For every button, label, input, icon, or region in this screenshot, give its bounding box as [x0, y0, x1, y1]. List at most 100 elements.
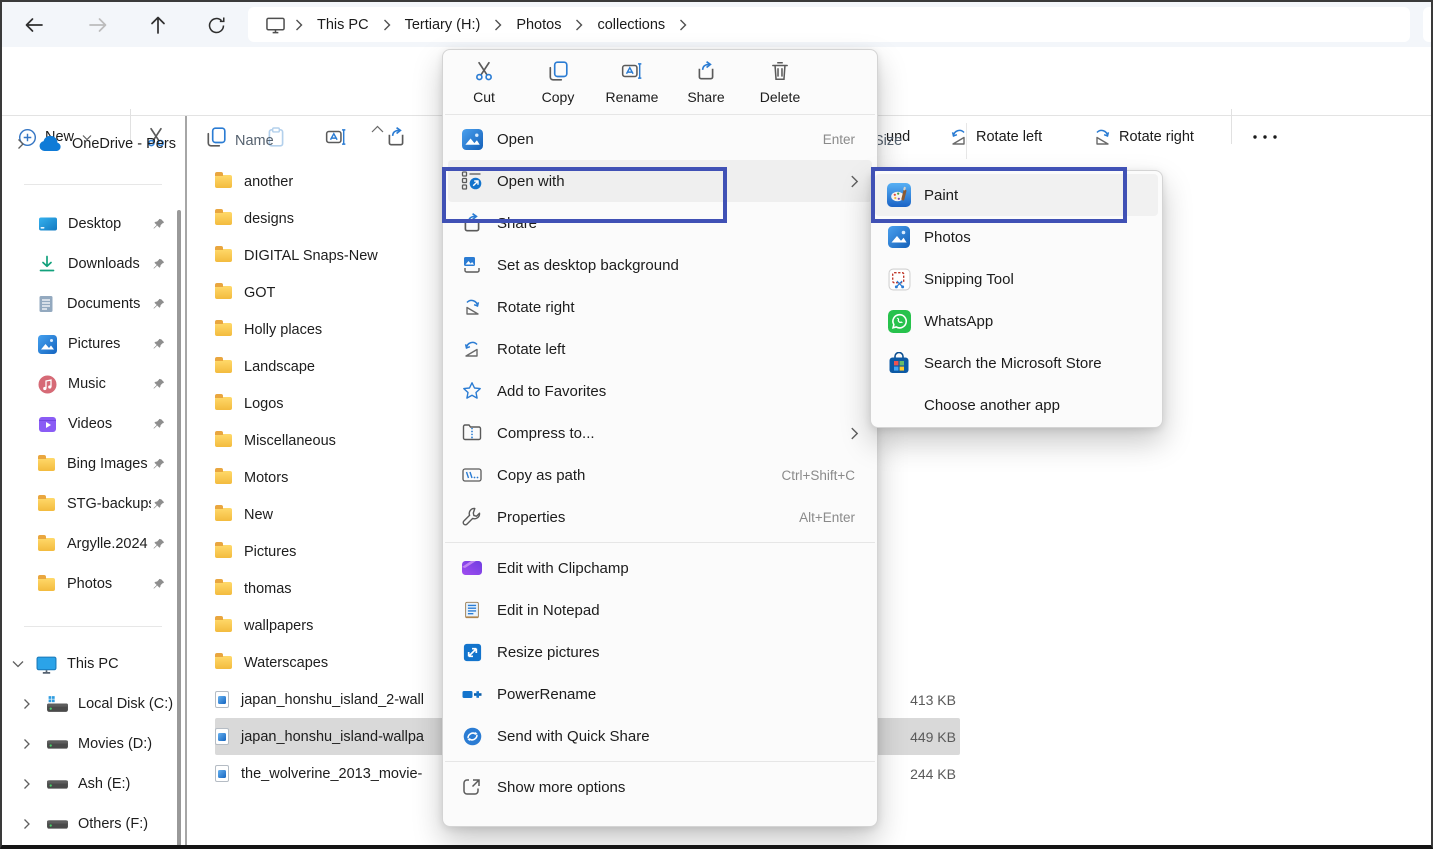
sidebar-item-onedrive[interactable]: OneDrive - Pers: [2, 127, 190, 161]
folder-icon: [215, 471, 232, 484]
copy-button[interactable]: [205, 120, 227, 154]
folder-name: GOT: [244, 285, 275, 301]
pin-icon: [152, 338, 165, 351]
open-with-icon: [461, 170, 483, 192]
sidebar-item-others-f[interactable]: Others (F:): [2, 807, 196, 841]
breadcrumb-collections[interactable]: collections: [593, 17, 669, 33]
file-name: japan_honshu_island-wallpa: [241, 729, 424, 745]
copy-button[interactable]: Copy: [525, 60, 591, 105]
file-explorer-window: This PC Tertiary (H:) Photos collections…: [0, 0, 1433, 849]
rotate-right-icon: [1092, 127, 1112, 147]
menu-item-open[interactable]: Open Enter: [443, 118, 877, 160]
folder-name: Motors: [244, 470, 288, 486]
sidebar-item-label: Pictures: [68, 336, 120, 352]
submenu-item-paint[interactable]: Paint: [875, 174, 1158, 216]
chevron-right-icon: [22, 738, 32, 750]
quick-action-label: Copy: [542, 89, 575, 105]
trash-icon: [769, 60, 791, 82]
rotate-left-button[interactable]: Rotate left: [949, 120, 1042, 154]
submenu-item-label: Choose another app: [924, 397, 1060, 414]
file-name: the_wolverine_2013_movie-: [241, 766, 422, 782]
breadcrumb-drive[interactable]: Tertiary (H:): [401, 17, 485, 33]
folder-icon: [38, 458, 55, 471]
desktop-icon: [38, 214, 58, 234]
sidebar-item-label: Desktop: [68, 216, 121, 232]
breadcrumb-photos[interactable]: Photos: [512, 17, 565, 33]
folder-name: thomas: [244, 581, 292, 597]
menu-item-rotate-right[interactable]: Rotate right: [443, 286, 877, 328]
folder-icon: [215, 397, 232, 410]
menu-item-edit-in-notepad[interactable]: Edit in Notepad: [443, 589, 877, 631]
menu-item-show-more-options[interactable]: Show more options: [443, 766, 877, 808]
rename-button[interactable]: Rename: [599, 60, 665, 105]
up-icon: [147, 14, 169, 36]
videos-icon: [38, 415, 57, 434]
delete-button[interactable]: Delete: [747, 60, 813, 105]
menu-item-compress-to[interactable]: Compress to...: [443, 412, 877, 454]
menu-item-powerrename[interactable]: PowerRename: [443, 673, 877, 715]
sidebar-scrollbar[interactable]: [177, 210, 181, 847]
sidebar-item-movies-d[interactable]: Movies (D:): [2, 727, 196, 761]
sort-ascending-icon[interactable]: [371, 120, 384, 138]
menu-item-properties[interactable]: Properties Alt+Enter: [443, 496, 877, 538]
submenu-item-photos[interactable]: Photos: [871, 216, 1162, 258]
file-name: japan_honshu_island_2-wall: [241, 692, 424, 708]
breadcrumb-this-pc[interactable]: This PC: [313, 17, 373, 33]
file-size: 413 KB: [910, 692, 960, 708]
menu-item-resize-pictures[interactable]: Resize pictures: [443, 631, 877, 673]
up-button[interactable]: [145, 12, 171, 38]
submenu-item-search-microsoft-store[interactable]: Search the Microsoft Store: [871, 342, 1162, 384]
menu-item-open-with[interactable]: Open with: [448, 160, 872, 202]
menu-item-send-with-quick-share[interactable]: Send with Quick Share: [443, 715, 877, 757]
menu-item-label: Rotate left: [497, 341, 565, 358]
menu-item-share[interactable]: Share: [443, 202, 877, 244]
back-button[interactable]: [21, 12, 47, 38]
breadcrumb-chevron-icon: [295, 19, 303, 31]
menu-item-copy-as-path[interactable]: Copy as path Ctrl+Shift+C: [443, 454, 877, 496]
back-icon: [23, 14, 45, 36]
rename-button[interactable]: [325, 120, 347, 154]
column-header-name[interactable]: Name: [235, 133, 274, 149]
folder-icon: [215, 286, 232, 299]
file-size: 449 KB: [910, 729, 960, 745]
sidebar-item-label: Bing Images: [67, 456, 148, 472]
forward-button[interactable]: [85, 12, 111, 38]
see-more-button[interactable]: [1252, 120, 1278, 154]
submenu-item-choose-another-app[interactable]: Choose another app: [871, 384, 1162, 426]
onedrive-cloud-icon: [38, 136, 62, 152]
sidebar-item-this-pc[interactable]: This PC: [2, 647, 186, 681]
quick-actions-row: Cut Copy Rename Share Delete: [443, 50, 877, 111]
folder-icon: [38, 578, 55, 591]
sidebar-item-local-disk-c[interactable]: Local Disk (C:): [2, 687, 196, 721]
toolbar-separator: [1231, 109, 1232, 144]
image-file-icon: [215, 728, 229, 745]
folder-icon: [38, 498, 55, 511]
cut-button[interactable]: Cut: [451, 60, 517, 105]
paint-icon: [887, 183, 911, 207]
search-box-fragment[interactable]: [1423, 7, 1433, 42]
menu-item-label: PowerRename: [497, 686, 596, 703]
share-button[interactable]: Share: [673, 60, 739, 105]
pin-icon: [152, 578, 165, 591]
sidebar-item-ash-e[interactable]: Ash (E:): [2, 767, 196, 801]
share-button[interactable]: [385, 120, 407, 154]
refresh-button[interactable]: [203, 12, 229, 38]
breadcrumb-chevron-icon: [383, 19, 391, 31]
rotate-right-button[interactable]: Rotate right: [1092, 120, 1194, 154]
address-bar[interactable]: This PC Tertiary (H:) Photos collections: [248, 7, 1410, 42]
submenu-item-snipping-tool[interactable]: Snipping Tool: [871, 258, 1162, 300]
menu-item-edit-with-clipchamp[interactable]: Edit with Clipchamp: [443, 547, 877, 589]
column-divider[interactable]: [966, 123, 967, 159]
drive-icon: [46, 737, 69, 752]
menu-item-add-to-favorites[interactable]: Add to Favorites: [443, 370, 877, 412]
menu-item-label: Set as desktop background: [497, 257, 679, 274]
submenu-item-label: Paint: [924, 187, 958, 204]
menu-item-rotate-left[interactable]: Rotate left: [443, 328, 877, 370]
submenu-item-whatsapp[interactable]: WhatsApp: [871, 300, 1162, 342]
menu-item-set-as-desktop-background[interactable]: Set as desktop background: [443, 244, 877, 286]
menu-item-label: Copy as path: [497, 467, 585, 484]
column-header-size[interactable]: Size: [874, 133, 902, 149]
pane-divider[interactable]: [185, 116, 187, 847]
sidebar-item-label: Ash (E:): [78, 776, 130, 792]
sidebar-item-label: Downloads: [68, 256, 140, 272]
